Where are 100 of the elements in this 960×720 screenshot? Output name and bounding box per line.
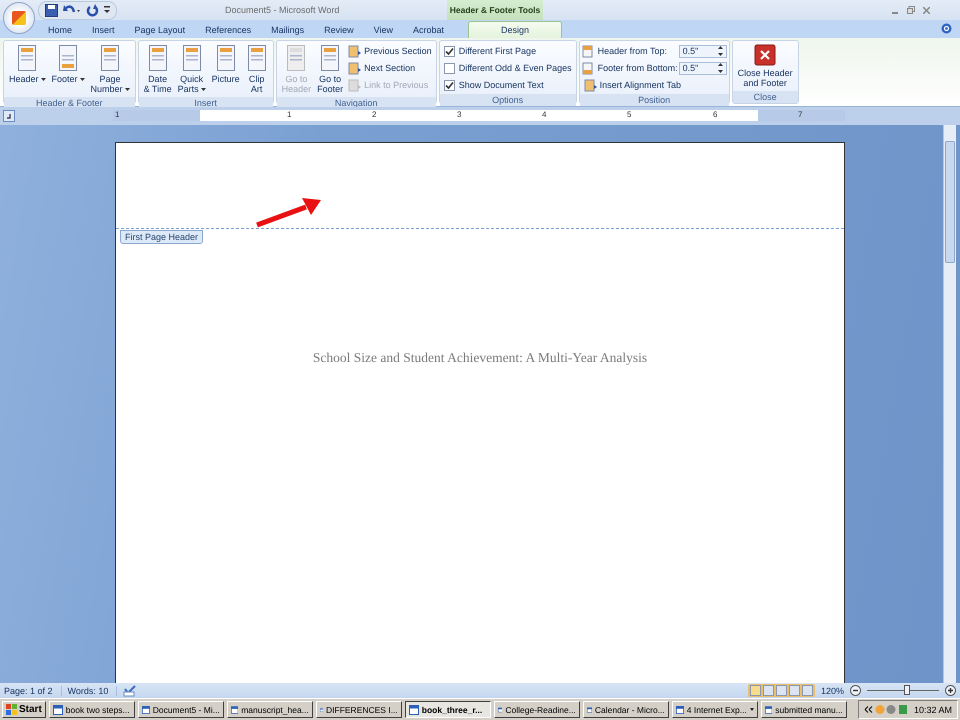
clock: 10:32 AM (914, 704, 952, 714)
taskbar-button[interactable]: Calendar - Micro... (582, 701, 669, 718)
ribbon-tab[interactable]: Acrobat (403, 22, 454, 38)
word-count[interactable]: Words: 10 (68, 686, 118, 696)
checkbox-label: Show Document Text (458, 80, 544, 90)
document-icon (246, 44, 268, 72)
tray-icons-drawing[interactable] (864, 704, 908, 715)
window-title: Document5 - Microsoft Word (225, 5, 340, 15)
document-icon (146, 44, 169, 72)
ribbon-tab[interactable]: Mailings (261, 22, 314, 38)
spin-field[interactable]: 0.5" (678, 62, 727, 74)
page-count[interactable]: Page: 1 of 2 (4, 686, 62, 696)
taskbar-button[interactable]: book_three_r... (404, 701, 491, 718)
ribbon-tab[interactable]: View (364, 22, 403, 38)
ruler-number: 5 (627, 110, 632, 119)
ruler-number: 2 (372, 110, 376, 119)
zoom-in-icon[interactable] (945, 685, 956, 696)
ribbon-tab[interactable]: Review (314, 22, 364, 38)
close-icon (754, 44, 776, 66)
document-icon (99, 44, 122, 72)
contextual-tab-group: Header & Footer Tools (447, 0, 543, 20)
ribbon-button[interactable]: Go to Footer (314, 42, 346, 96)
taskbar-button[interactable]: Document5 - Mi... (138, 701, 224, 718)
ruler-toggle-icon[interactable] (3, 110, 15, 122)
zoom-out-icon[interactable] (850, 685, 861, 696)
ribbon-button[interactable]: Next Section (346, 60, 434, 76)
restore-icon[interactable] (907, 6, 915, 14)
taskbar-button[interactable]: DIFFERENCES I... (316, 701, 402, 718)
window-icon (676, 704, 684, 714)
ribbon-button[interactable]: Insert Alignment Tab (582, 77, 727, 93)
window-icon (408, 704, 419, 714)
document-icon (57, 44, 80, 72)
checkbox-label: Different First Page (458, 46, 536, 56)
window-icon (498, 704, 502, 714)
spin-arrows-icon (718, 63, 723, 73)
ribbon-tab[interactable]: Insert (82, 22, 125, 38)
checkbox[interactable] (444, 62, 455, 74)
ribbon-button[interactable]: Picture (208, 42, 243, 96)
checkbox[interactable] (444, 80, 455, 90)
ruler-number: 1 (115, 110, 120, 119)
document-icon (16, 44, 38, 72)
spin-arrows-icon (718, 46, 723, 56)
group-label: Options (440, 94, 576, 106)
vertical-scrollbar[interactable] (943, 125, 956, 683)
taskbar-button[interactable]: 4 Internet Exp... (672, 701, 758, 718)
start-button[interactable]: Start (2, 701, 46, 718)
save-icon[interactable] (45, 4, 58, 16)
document-title: School Size and Student Achievement: A Multi-Year Analysis (312, 350, 648, 366)
zoom-level[interactable]: 120% (820, 686, 844, 696)
ribbon-tab[interactable]: Home (38, 22, 82, 38)
checkbox-label: Different Odd & Even Pages (458, 63, 572, 73)
ribbon-button[interactable]: Date & Time (140, 42, 175, 96)
ribbon-tab[interactable]: References (195, 22, 262, 38)
ribbon-button[interactable]: Close Header and Footer (734, 42, 796, 90)
ruler-number: 7 (798, 110, 802, 119)
ribbon-button[interactable]: Footer (48, 42, 88, 96)
document-icon (180, 44, 203, 72)
ruler-number: 3 (457, 110, 462, 119)
ribbon-button[interactable]: Page Number (88, 42, 133, 96)
window-icon (52, 704, 63, 714)
help-icon[interactable] (941, 23, 952, 34)
ribbon-button[interactable]: Clip Art (242, 42, 271, 96)
arrow-annotation (256, 198, 322, 228)
header-tag: First Page Header (120, 230, 204, 244)
taskbar-button[interactable]: manuscript_hea... (226, 701, 313, 718)
close-icon[interactable] (923, 6, 930, 14)
section-icon (348, 78, 362, 92)
office-button[interactable] (3, 2, 35, 34)
taskbar-button[interactable]: book two steps... (48, 701, 135, 718)
taskbar-button[interactable]: submitted manu... (760, 701, 847, 718)
ribbon-tab[interactable]: Page Layout (124, 22, 196, 38)
group-label: Close (732, 91, 798, 103)
horizontal-ruler[interactable]: 1 1 2 3 4 5 6 7 (113, 110, 845, 121)
taskbar-button[interactable]: College-Readine... (494, 701, 580, 718)
document-icon (319, 44, 342, 72)
zoom-slider-thumb[interactable] (904, 685, 910, 695)
ribbon-button[interactable]: Previous Section (346, 43, 434, 59)
checkbox[interactable] (444, 46, 455, 56)
ribbon-tab[interactable]: Design (468, 21, 562, 38)
window-icon (230, 704, 238, 714)
group-label: Position (580, 94, 729, 106)
spin-field[interactable]: 0.5" (678, 44, 727, 58)
window-icon (586, 704, 592, 714)
ribbon-button[interactable]: Quick Parts (174, 42, 209, 96)
field-label: Header from Top: (598, 46, 668, 56)
ribbon-button[interactable]: Header (6, 42, 49, 96)
proofing-icon[interactable] (123, 684, 138, 696)
window-icon (764, 704, 772, 714)
margin-icon (582, 62, 595, 74)
ruler-number: 1 (287, 110, 292, 119)
ruler-number: 4 (542, 110, 546, 119)
redo-icon[interactable] (86, 4, 99, 16)
section-icon (584, 78, 597, 92)
customize-caret-icon[interactable] (104, 6, 110, 14)
ruler-number: 6 (713, 110, 718, 119)
section-icon (348, 44, 362, 58)
field-label: Footer from Bottom: (598, 63, 676, 73)
document-icon (214, 44, 237, 72)
window-icon (142, 704, 150, 714)
margin-icon (582, 44, 595, 58)
